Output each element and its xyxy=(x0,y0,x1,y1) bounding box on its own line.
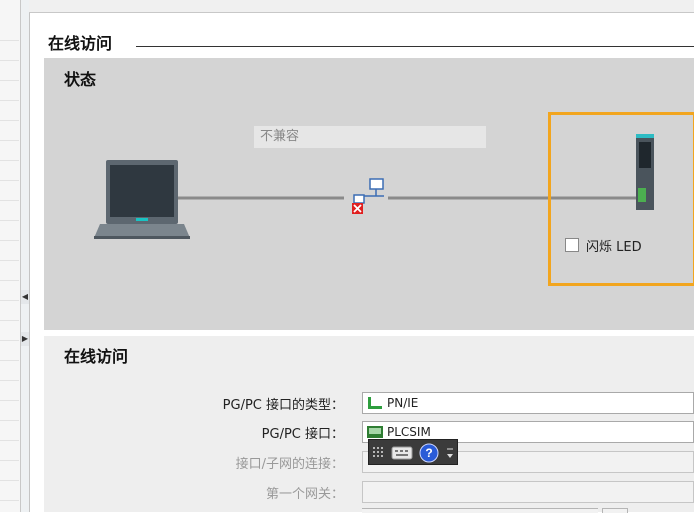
help-icon[interactable]: ? xyxy=(419,443,439,463)
field-row: 接口/子网的连接： xyxy=(44,451,344,473)
top-toolbar-edge xyxy=(29,0,694,13)
grip-icon[interactable] xyxy=(372,445,384,459)
left-panel-strip xyxy=(0,0,21,512)
field-row: PG/PC 接口的类型： xyxy=(44,392,344,414)
subnet-connection-label: 接口/子网的连接： xyxy=(235,457,344,472)
keyboard-icon[interactable] xyxy=(391,446,413,460)
first-gateway-select xyxy=(362,481,694,503)
expand-right-arrow-icon[interactable]: ▶ xyxy=(21,332,29,346)
svg-text:?: ? xyxy=(425,446,432,460)
section-divider xyxy=(136,46,694,47)
interface-type-select[interactable]: PN/IE xyxy=(362,392,694,414)
dropdown-icon[interactable] xyxy=(445,446,455,460)
interface-value: PLCSIM xyxy=(387,425,431,439)
blink-led-checkbox[interactable] xyxy=(565,238,579,252)
laptop-icon xyxy=(94,160,190,239)
interface-type-value: PN/IE xyxy=(387,396,419,410)
section-title: 在线访问 xyxy=(48,34,113,53)
plcsim-icon xyxy=(367,426,383,438)
interface-label: PG/PC 接口： xyxy=(261,427,344,442)
panel-splitter[interactable] xyxy=(21,0,30,512)
next-field-edge xyxy=(362,508,598,513)
floating-input-toolbar[interactable]: ? xyxy=(368,439,458,465)
field-row: PG/PC 接口： xyxy=(44,421,344,443)
blink-led-label: 闪烁 LED xyxy=(586,240,642,255)
collapse-left-arrow-icon[interactable]: ◀ xyxy=(21,290,29,304)
network-error-icon xyxy=(352,178,384,214)
pn-ie-icon xyxy=(368,397,382,409)
first-gateway-label: 第一个网关： xyxy=(265,487,344,502)
field-row: 第一个网关： xyxy=(44,481,344,503)
device-highlight-frame[interactable] xyxy=(548,112,694,286)
next-field-button-edge xyxy=(602,508,628,513)
interface-type-label: PG/PC 接口的类型： xyxy=(222,398,344,413)
online-access-title: 在线访问 xyxy=(64,347,129,366)
